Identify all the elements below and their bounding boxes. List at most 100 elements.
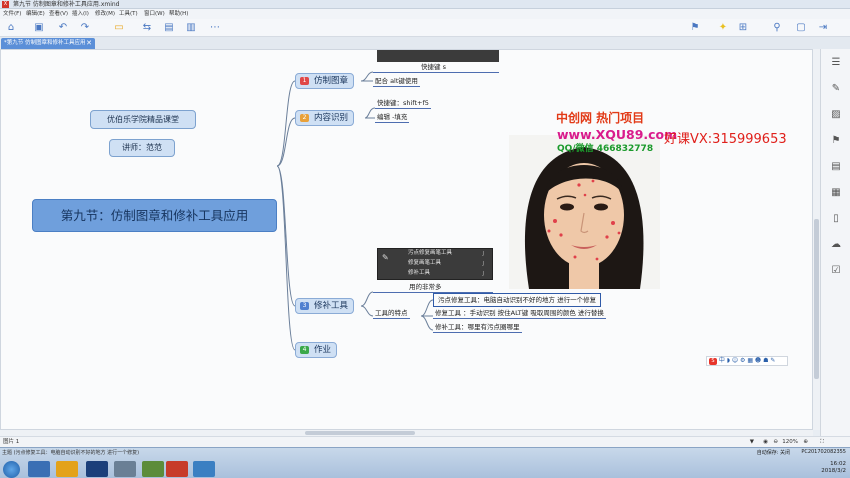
redo-icon[interactable]: ↷ [78, 22, 92, 34]
marker-icon[interactable]: ⚑ [688, 22, 702, 34]
sogou-logo-icon: S [709, 358, 717, 365]
windows-taskbar: 主题 (污点修复工具：电脑自动识别不好的地方 进行一个修复) 自动保存: 关闭 … [0, 447, 850, 478]
subtopic-healing-brush[interactable]: 修复工具 ：手动识别 按住ALT键 吸取周围的颜色 进行替换 [433, 308, 606, 319]
system-tray[interactable]: 16:02 2018/3/2 [821, 461, 846, 475]
taskbar-ie-icon[interactable] [28, 461, 50, 477]
search-icon[interactable]: ⚲ [770, 22, 784, 34]
taskbar-explorer-icon[interactable] [56, 461, 78, 477]
export-icon[interactable]: ⇥ [816, 22, 830, 34]
present-icon[interactable]: ▢ [794, 22, 808, 34]
tab-bar: *第九节 仿制图章和修补工具应用 ✕ [0, 37, 850, 49]
vertical-scrollbar[interactable] [813, 49, 820, 430]
home-icon[interactable]: ⌂ [4, 22, 18, 34]
notes-icon[interactable]: ▤ [830, 161, 842, 173]
start-button[interactable] [3, 461, 20, 478]
mindmap-canvas[interactable]: 优伯乐学院精品课堂 讲师：范范 第九节：仿制图章和修补工具应用 1 仿制图章 2… [0, 49, 813, 430]
menu-file[interactable]: 文件(F) [3, 9, 21, 19]
undo-icon[interactable]: ↶ [56, 22, 70, 34]
menu-help[interactable]: 帮助(H) [169, 9, 188, 19]
properties-icon[interactable]: ▦ [830, 187, 842, 199]
clock-time: 16:02 [830, 461, 846, 467]
zoom-out-icon[interactable]: ⊖ [773, 437, 778, 447]
task-icon[interactable]: ☑ [830, 265, 842, 277]
relationship-icon[interactable]: ⇆ [140, 22, 154, 34]
ps-screenshot-strip [377, 50, 499, 62]
zoom-in-icon[interactable]: ⊕ [803, 437, 808, 447]
watermark-title: 中创网 热门项目 [556, 111, 645, 125]
floating-topic-course[interactable]: 优伯乐学院精品课堂 [90, 110, 196, 129]
menu-tools[interactable]: 工具(T) [119, 9, 138, 19]
xmind-logo-icon: X [2, 1, 9, 8]
ime-toolbar[interactable]: S 中 ◗ ☺ ⚙ ▦ ☻ ☗ ✎ [706, 356, 788, 366]
priority-4-icon: 4 [300, 346, 309, 354]
taskbar-app-icon[interactable] [142, 461, 164, 477]
floating-topic-lecturer[interactable]: 讲师：范范 [109, 139, 175, 157]
autosave-status: 自动保存: 关闭 [756, 450, 790, 456]
subtopic-edit-fill[interactable]: 编辑 -填充 [375, 112, 410, 123]
ime-icons: 中 ◗ ☺ ⚙ ▦ ☻ ☗ ✎ [718, 357, 776, 364]
eye-icon[interactable]: ◉ [763, 437, 768, 447]
image-icon[interactable]: ▨ [830, 109, 842, 121]
zoom-level: 120% [782, 439, 798, 445]
face-photo-image [509, 135, 660, 289]
more-icon[interactable]: ⋯ [208, 22, 222, 34]
title-bar: X 第九节 仿制图章和修补工具应用.xmind [0, 0, 850, 9]
taskbar-photoshop-icon[interactable] [86, 461, 108, 477]
lightbulb-icon[interactable]: ✦ [716, 22, 730, 34]
branch-clone-stamp[interactable]: 1 仿制图章 [295, 73, 355, 89]
outline-icon[interactable]: ☰ [830, 57, 842, 69]
menu-edit[interactable]: 编辑(E) [26, 9, 45, 19]
subtopic-shortcut-shiftf5[interactable]: 快捷键：shift+f5 [375, 98, 431, 109]
filter-icon[interactable]: ▼ [750, 437, 754, 447]
window-title: 第九节 仿制图章和修补工具应用.xmind [13, 1, 120, 8]
fit-icon[interactable]: ⛶ [820, 437, 824, 447]
comment-icon[interactable]: ☁ [830, 239, 842, 251]
menu-bar: 文件(F) 编辑(E) 查看(V) 插入(I) 修改(M) 工具(T) 窗口(W… [0, 9, 850, 19]
priority-1-icon: 1 [300, 77, 309, 85]
ps-tool-panel-image: ✎ 污点修复画笔工具 J 修复画笔工具 J 修补工具 J [377, 248, 493, 280]
save-icon[interactable]: ▣ [32, 22, 46, 34]
tab-document[interactable]: *第九节 仿制图章和修补工具应用 ✕ [1, 38, 95, 49]
watermark-vx: 好课VX:315999653 [664, 132, 787, 147]
branch-label: 修补工具 [314, 301, 349, 311]
branch-content-aware[interactable]: 2 内容识别 [295, 110, 355, 126]
priority-2-icon: 2 [300, 114, 309, 122]
central-topic[interactable]: 第九节：仿制图章和修补工具应用 [32, 199, 277, 232]
document-icon[interactable]: ▯ [830, 213, 842, 225]
brush-icon: ✎ [382, 253, 389, 262]
taskbar-xmind-icon[interactable] [166, 461, 188, 477]
share-icon[interactable]: ⊞ [736, 22, 750, 34]
ps-row: 修复画笔工具 [408, 260, 442, 266]
topic-icon[interactable]: ▭ [112, 22, 126, 34]
menu-modify[interactable]: 修改(M) [95, 9, 115, 19]
subtopic-patch-tool[interactable]: 修补工具：哪里有污点圈哪里 [433, 322, 522, 333]
subtopic-alt[interactable]: 配合 alt键使用 [373, 76, 420, 87]
menu-window[interactable]: 窗口(W) [144, 9, 165, 19]
taskbar-app-icon[interactable] [114, 461, 136, 477]
format-brush-icon[interactable]: ✎ [830, 83, 842, 95]
sheet-label[interactable]: 图片 1 [3, 437, 19, 447]
clock-date: 2018/3/2 [821, 468, 846, 474]
toolbar: ⌂ ▣ ↶ ↷ ▭ ⇆ ▤ ▥ ⋯ ⚑ ✦ ⊞ ⚲ ▢ ⇥ [0, 19, 850, 37]
summary-icon[interactable]: ▥ [184, 22, 198, 34]
menu-insert[interactable]: 插入(I) [72, 9, 89, 19]
priority-3-icon: 3 [300, 302, 309, 310]
selection-status: 主题 (污点修复工具：电脑自动识别不好的地方 进行一个修复) [2, 450, 140, 456]
boundary-icon[interactable]: ▤ [162, 22, 176, 34]
ps-row: 修补工具 [408, 270, 431, 276]
status-bar: 图片 1 ▼ ◉ ⊖ 120% ⊕ ⛶ [0, 436, 850, 447]
menu-view[interactable]: 查看(V) [49, 9, 68, 19]
branch-patch-tool[interactable]: 3 修补工具 [295, 298, 355, 314]
branch-label: 作业 [314, 345, 332, 355]
branch-homework[interactable]: 4 作业 [295, 342, 338, 358]
subtopic-shortcut-s[interactable]: 快捷键 s [373, 62, 499, 73]
flag-icon[interactable]: ⚑ [830, 135, 842, 147]
scroll-thumb[interactable] [305, 431, 415, 435]
subtopic-tool-features[interactable]: 工具的特点 [373, 308, 410, 319]
subtopic-spot-healing[interactable]: 污点修复工具：电脑自动识别不好的地方 进行一个修复 [433, 293, 602, 307]
subtopic-used-often[interactable]: 用的非常多 [373, 282, 493, 293]
scroll-thumb[interactable] [814, 219, 819, 379]
taskbar-app-icon[interactable] [193, 461, 215, 477]
close-icon[interactable]: ✕ [86, 38, 92, 49]
right-sidebar: ☰ ✎ ▨ ⚑ ▤ ▦ ▯ ☁ ☑ [820, 49, 850, 436]
